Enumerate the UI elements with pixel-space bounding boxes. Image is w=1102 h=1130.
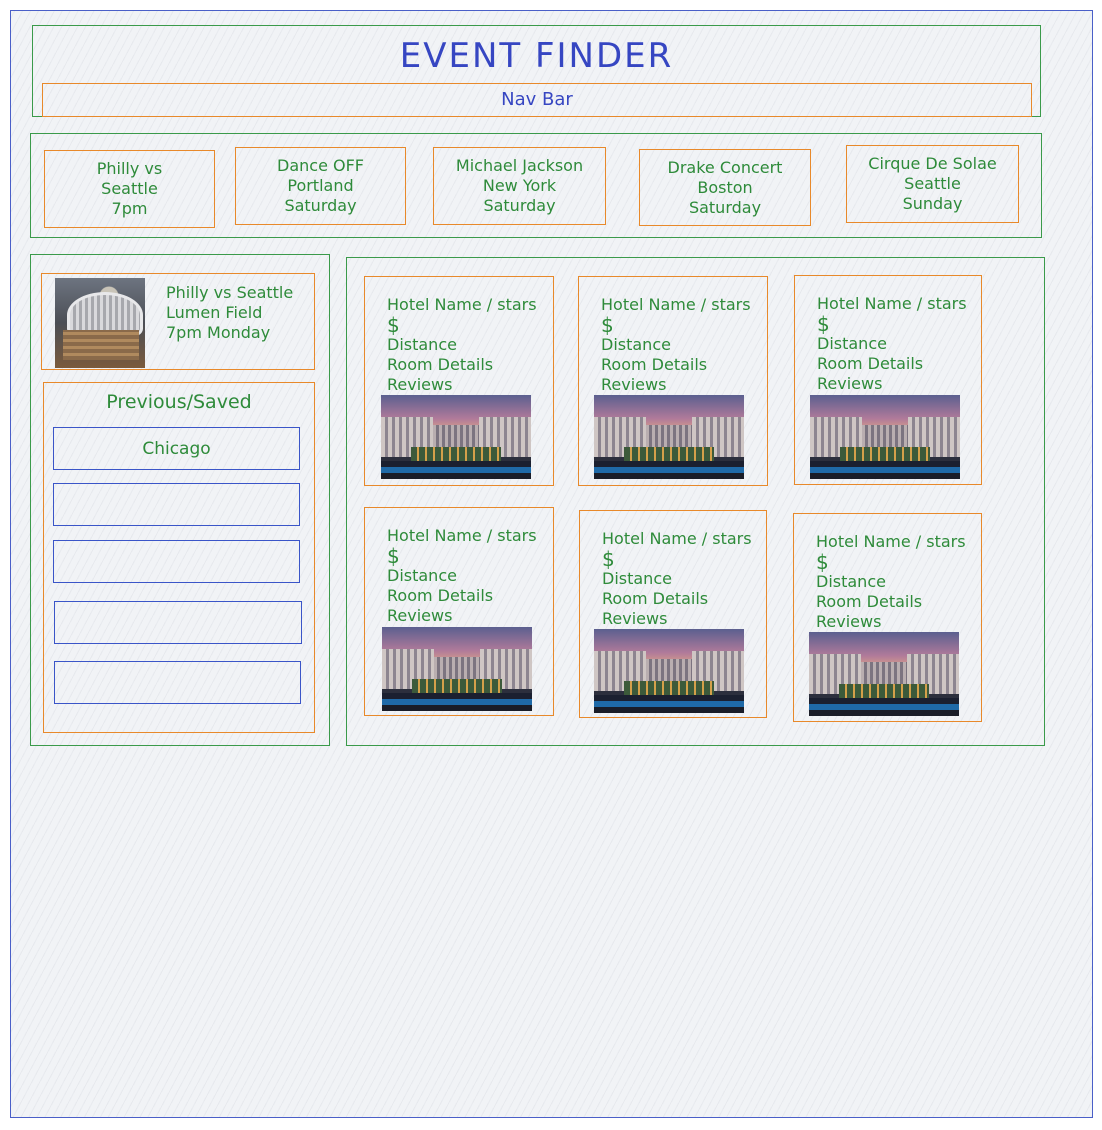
app-title: EVENT FINDER	[399, 36, 674, 76]
event-card-line3: Sunday	[902, 194, 963, 213]
event-card-line3: Saturday	[688, 197, 762, 217]
saved-item-empty[interactable]	[54, 661, 301, 704]
current-event-time: 7pm Monday	[166, 323, 271, 342]
hotel-reviews: Reviews	[817, 374, 883, 393]
event-card-line2: Boston	[697, 177, 753, 197]
event-card-line2: Portland	[287, 176, 354, 195]
hotel-price: $	[816, 550, 829, 574]
hotel-distance: Distance	[387, 335, 457, 354]
hotel-name: Hotel Name / stars	[387, 526, 537, 545]
hotel-distance: Distance	[602, 569, 672, 588]
event-card-line1: Drake Concert	[667, 157, 783, 177]
current-event-details: Philly vs Seattle Lumen Field 7pm Monday	[166, 283, 293, 343]
hotel-room-details: Room Details	[387, 586, 494, 605]
event-card-line1: Cirque De Solae	[868, 154, 997, 173]
saved-item-empty[interactable]	[53, 540, 300, 583]
event-card-line3: Saturday	[483, 196, 556, 215]
event-card-dance-off[interactable]: Dance OFF Portland Saturday	[235, 147, 406, 225]
hotel-distance: Distance	[816, 572, 886, 591]
hotel-reviews: Reviews	[387, 606, 453, 625]
event-card-michael-jackson[interactable]: Michael Jackson New York Saturday	[433, 147, 606, 225]
hotel-name: Hotel Name / stars	[601, 295, 751, 314]
hotel-room-details: Room Details	[817, 354, 924, 373]
hotel-photo	[594, 395, 744, 479]
event-card-drake-concert[interactable]: Drake Concert Boston Saturday	[639, 149, 811, 226]
hotel-photo	[809, 632, 959, 716]
hotel-reviews: Reviews	[601, 375, 667, 394]
event-card-line1: Dance OFF	[277, 156, 364, 175]
event-card-line3: Saturday	[284, 196, 357, 215]
stadium-photo	[55, 278, 145, 368]
hotel-name: Hotel Name / stars	[817, 294, 967, 313]
nav-bar[interactable]: Nav Bar	[42, 83, 1032, 117]
hotel-photo	[382, 627, 532, 711]
hotel-photo	[381, 395, 531, 479]
saved-item-empty[interactable]	[53, 483, 300, 526]
hotel-room-details: Room Details	[387, 355, 494, 374]
saved-item-empty[interactable]	[54, 601, 302, 644]
saved-item-label: Chicago	[142, 438, 211, 459]
hotel-price: $	[601, 313, 614, 337]
hotel-price: $	[817, 312, 830, 336]
event-card-line3: 7pm	[111, 199, 148, 218]
hotel-name: Hotel Name / stars	[816, 532, 966, 551]
hotel-distance: Distance	[387, 566, 457, 585]
hotel-room-details: Room Details	[601, 355, 708, 374]
event-card-cirque-de-solae[interactable]: Cirque De Solae Seattle Sunday	[846, 145, 1019, 223]
hotel-price: $	[387, 544, 400, 568]
hotel-photo	[810, 395, 960, 479]
event-card-line2: New York	[482, 176, 557, 195]
hotel-price: $	[387, 313, 400, 337]
current-event-title: Philly vs Seattle	[166, 283, 294, 302]
saved-item-chicago[interactable]: Chicago	[53, 427, 300, 470]
hotel-photo	[594, 629, 744, 713]
event-card-line1: Philly vs	[96, 159, 163, 178]
hotel-distance: Distance	[601, 335, 671, 354]
event-card-philly-seattle[interactable]: Philly vs Seattle 7pm	[44, 150, 215, 228]
event-card-line2: Seattle	[904, 174, 961, 193]
saved-heading: Previous/Saved	[106, 391, 252, 413]
hotel-name: Hotel Name / stars	[602, 529, 752, 548]
nav-bar-label: Nav Bar	[501, 89, 573, 110]
hotel-price: $	[602, 547, 615, 571]
event-card-line1: Michael Jackson	[455, 156, 584, 175]
hotel-room-details: Room Details	[602, 589, 709, 608]
hotel-reviews: Reviews	[387, 375, 453, 394]
hotel-room-details: Room Details	[816, 592, 923, 611]
event-card-line2: Seattle	[101, 179, 158, 198]
hotel-reviews: Reviews	[816, 612, 882, 631]
hotel-name: Hotel Name / stars	[387, 295, 537, 314]
hotel-distance: Distance	[817, 334, 887, 353]
hotel-reviews: Reviews	[602, 609, 668, 628]
current-event-venue: Lumen Field	[166, 303, 263, 322]
